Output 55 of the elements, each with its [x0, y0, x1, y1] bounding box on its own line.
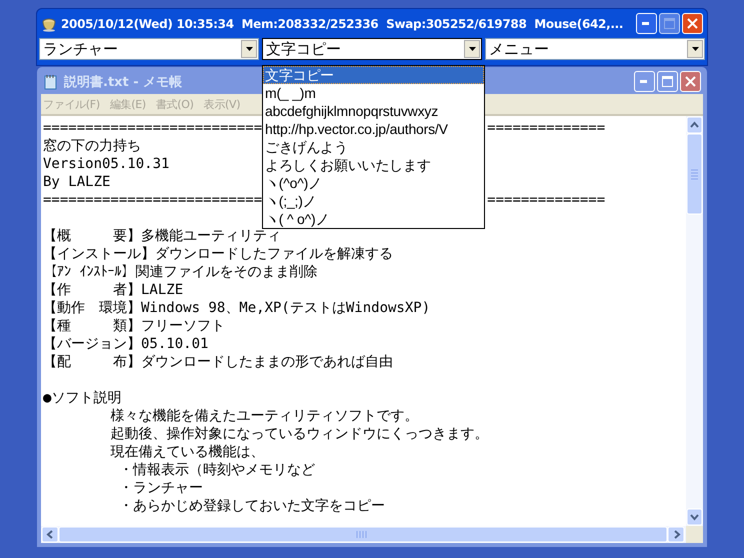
text-line: ・ランチャー	[118, 479, 203, 497]
list-item[interactable]: 文字コピー	[263, 66, 484, 84]
close-icon	[687, 18, 698, 29]
caret-icon	[692, 47, 698, 51]
text-line: 【概 要】多機能ユーティリティ	[43, 227, 281, 245]
text-line: ●ソフト説明	[43, 389, 122, 407]
maximize-icon	[664, 18, 675, 29]
separator-line: ==========================	[43, 119, 262, 137]
text-line: 窓の下の力持ち	[43, 137, 141, 155]
list-item[interactable]: ヽ(^o^)ノ	[263, 174, 484, 192]
teacup-icon	[41, 16, 57, 32]
minimize-button[interactable]	[636, 13, 657, 34]
list-item[interactable]: m(_ _)m	[263, 84, 484, 102]
text-line: 【ｱﾝ ｲﾝｽﾄｰﾙ】関連ファイルをそのまま削除	[43, 263, 318, 281]
close-icon	[685, 76, 696, 88]
text-line: Version05.10.31	[43, 155, 170, 173]
separator-line: ==============	[487, 191, 606, 209]
vertical-scrollbar[interactable]	[686, 116, 703, 526]
list-item[interactable]: http://hp.vector.co.jp/authors/V	[263, 120, 484, 138]
separator-line: ==========================	[43, 191, 262, 209]
caret-icon	[246, 47, 252, 51]
dropdown[interactable]: ランチャー	[39, 38, 259, 60]
maximize-button[interactable]	[657, 71, 678, 92]
text-line: ・あらかじめ登録しておいた文字をコピー	[118, 497, 385, 515]
dropdown[interactable]: 文字コピー	[262, 38, 482, 60]
text-line: 【種 類】フリーソフト	[43, 317, 225, 335]
text-line: ・情報表示（時刻やメモリなど	[118, 461, 315, 479]
close-button[interactable]	[680, 71, 701, 92]
separator-line: ==============	[487, 119, 606, 137]
text-line: 様々な機能を備えたユーティリティソフトです。	[109, 407, 418, 425]
maximize-icon	[662, 76, 673, 88]
list-item[interactable]: abcdefghijklmnopqrstuvwxyz	[263, 102, 484, 120]
text-line: 【インストール】ダウンロードしたファイルを解凍する	[43, 245, 393, 263]
text-line: 【バージョン】05.10.01	[43, 335, 208, 353]
list-item[interactable]: ヽ(;_;)ノ	[263, 192, 484, 210]
close-button[interactable]	[682, 13, 703, 34]
list-item[interactable]: ヽ( ^ o^)ノ	[263, 210, 484, 228]
notepad-icon	[43, 74, 59, 90]
list-item[interactable]: ごきげんよう	[263, 138, 484, 156]
window-title: 2005/10/12(Wed) 10:35:34 Mem:208332/252336 Swap:305252/619788 Mouse(642,...	[61, 16, 624, 30]
size-grip	[686, 526, 703, 543]
text-line: 【配 布】ダウンロードしたままの形であれば自由	[43, 353, 393, 371]
minimize-icon	[642, 22, 651, 25]
dropdown[interactable]: メニュー	[485, 38, 705, 60]
text-line: 起動後、操作対象になっているウィンドウにくっつきます。	[109, 425, 488, 443]
window-title: 説明書.txt - メモ帳	[64, 74, 182, 91]
minimize-icon	[640, 80, 649, 84]
minimize-button[interactable]	[634, 71, 655, 92]
horizontal-scrollbar[interactable]	[41, 526, 686, 543]
caret-icon	[468, 47, 476, 51]
text-line: 【作 者】LALZE	[43, 281, 184, 299]
text-line: 現在備えている機能は、	[109, 443, 264, 461]
text-line: By LALZE	[43, 173, 110, 191]
list-item[interactable]: よろしくお願いいたします	[263, 156, 484, 174]
text-line: 【動作 環境】Windows 98、Me,XP(テストはWindowsXP)	[43, 299, 430, 317]
